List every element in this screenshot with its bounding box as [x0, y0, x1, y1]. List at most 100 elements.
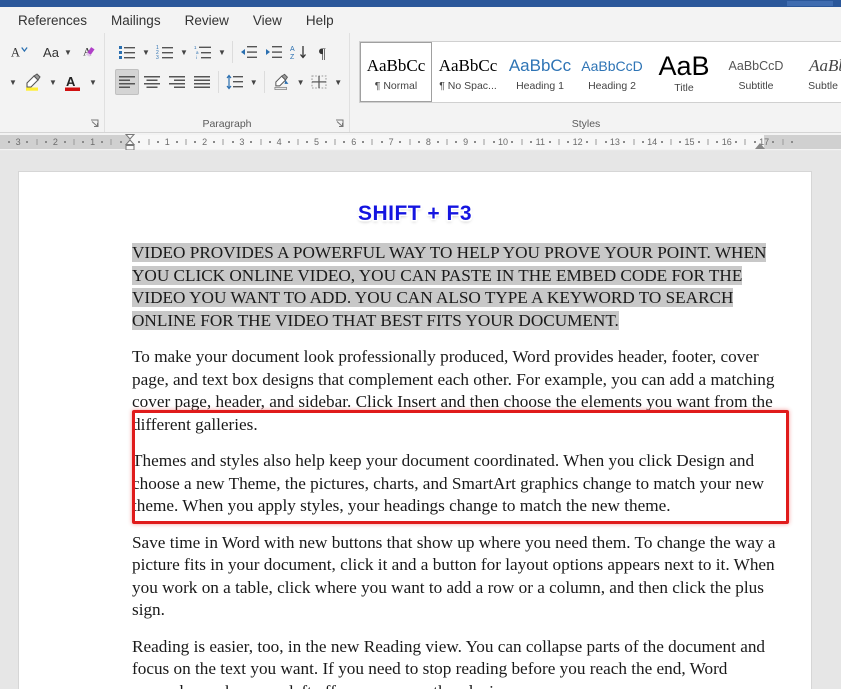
change-case-icon[interactable]: Aa	[39, 39, 63, 65]
paragraph-3[interactable]: Save time in Word with new buttons that …	[132, 532, 787, 622]
borders-icon[interactable]	[307, 69, 331, 95]
selected-text: Video provides a powerful way to help yo…	[132, 243, 767, 330]
ruler-dot	[791, 141, 794, 143]
tab-references[interactable]: References	[6, 10, 99, 31]
ruler-dot	[268, 141, 271, 143]
decrease-indent-icon[interactable]	[237, 39, 261, 65]
left-indent-marker[interactable]	[124, 133, 136, 150]
multilevel-list-icon[interactable]: 1 a i	[191, 39, 215, 65]
ruler-dot	[26, 141, 29, 143]
ruler-label: 3	[15, 137, 21, 147]
ribbon-group-font: A Aa ▼ A ▼ ▼ A ▼	[0, 33, 104, 132]
ruler-midtick	[633, 139, 635, 145]
ruler-midtick	[744, 139, 746, 145]
ruler-dot	[101, 141, 104, 143]
tab-help[interactable]: Help	[294, 10, 346, 31]
show-formatting-marks-icon[interactable]: ¶	[312, 39, 336, 65]
svg-text:¶: ¶	[319, 46, 326, 60]
window-controls[interactable]	[787, 1, 833, 6]
ruler-label: 9	[463, 137, 469, 147]
ruler-dot	[474, 141, 477, 143]
change-case-chevron-down-icon[interactable]: ▼	[64, 39, 72, 65]
bullets-chevron-down-icon[interactable]: ▼	[140, 39, 152, 65]
horizontal-ruler[interactable]: 3 2 1 1 2 3 4 5 6 7 8 9 10 11 12 13 14 15 16 17	[0, 133, 841, 151]
style-item-normal[interactable]: AaBbCc ¶ Normal	[360, 42, 432, 102]
ribbon: A Aa ▼ A ▼ ▼ A ▼ ▼ 1 2 3 ▼ 1 a i ▼ A Z ¶…	[0, 33, 841, 133]
ruler-label: 13	[609, 137, 620, 147]
sort-icon[interactable]: A Z	[287, 39, 311, 65]
ruler-midtick	[110, 139, 112, 145]
numbering-icon[interactable]: 1 2 3	[153, 39, 177, 65]
clear-formatting-icon[interactable]: A	[80, 39, 104, 65]
document-canvas[interactable]: SHIFT + F3 Video provides a powerful way…	[0, 163, 841, 689]
multilevel-list-chevron-down-icon[interactable]: ▼	[216, 39, 228, 65]
svg-text:3: 3	[156, 55, 159, 60]
ruler-midtick	[148, 139, 150, 145]
style-item-subtle-emphasis[interactable]: AaBb Subtle E	[792, 42, 841, 102]
paragraph-dialog-launcher[interactable]	[335, 119, 345, 129]
line-spacing-icon[interactable]	[223, 69, 247, 95]
decrease-font-size-icon[interactable]: A	[7, 39, 31, 65]
align-center-icon[interactable]	[140, 69, 164, 95]
font-color-chevron-down-icon[interactable]: ▼	[87, 69, 99, 95]
ruler-midtick	[371, 139, 373, 145]
align-left-icon[interactable]	[115, 69, 139, 95]
ruler-midtick	[260, 139, 262, 145]
text-highlight-color-icon[interactable]	[20, 69, 46, 95]
ribbon-tab-strip: References Mailings Review View Help	[0, 7, 841, 33]
ruler-dot	[63, 141, 66, 143]
ruler-midtick	[36, 139, 38, 145]
font-dialog-launcher[interactable]	[90, 119, 100, 129]
ruler-dot	[194, 141, 197, 143]
bullets-icon[interactable]	[115, 39, 139, 65]
document-heading: SHIFT + F3	[357, 202, 473, 225]
ruler-dot	[287, 141, 290, 143]
paragraph-4[interactable]: Reading is easier, too, in the new Readi…	[132, 636, 787, 689]
ruler-dot	[380, 141, 383, 143]
document-page[interactable]: SHIFT + F3 Video provides a powerful way…	[18, 171, 812, 689]
style-name: Heading 2	[588, 79, 636, 92]
text-highlight-chevron-down-icon[interactable]: ▼	[47, 69, 59, 95]
ruler-dot	[585, 141, 588, 143]
style-item-title[interactable]: AaB Title	[648, 42, 720, 102]
document-body[interactable]: Video provides a powerful way to help yo…	[19, 242, 811, 689]
borders-chevron-down-icon[interactable]: ▼	[332, 69, 344, 95]
ruler-dot	[399, 141, 402, 143]
increase-indent-icon[interactable]	[262, 39, 286, 65]
ruler-dot	[641, 141, 644, 143]
ruler-label: 5	[313, 137, 320, 147]
numbering-chevron-down-icon[interactable]: ▼	[178, 39, 190, 65]
ruler-label: 1	[90, 137, 96, 147]
ruler-dot	[418, 141, 421, 143]
tab-mailings[interactable]: Mailings	[99, 10, 173, 31]
tab-view[interactable]: View	[241, 10, 294, 31]
ruler-dot	[455, 141, 458, 143]
align-right-icon[interactable]	[165, 69, 189, 95]
style-item-heading-1[interactable]: AaBbCc Heading 1	[504, 42, 576, 102]
font-color-icon[interactable]: A	[60, 69, 86, 95]
style-item-subtitle[interactable]: AaBbCcD Subtitle	[720, 42, 792, 102]
shading-chevron-down-icon[interactable]: ▼	[295, 69, 307, 95]
justify-icon[interactable]	[190, 69, 214, 95]
line-spacing-chevron-down-icon[interactable]: ▼	[248, 69, 260, 95]
style-preview: AaBbCcD	[581, 57, 643, 74]
style-preview: AaBbCc	[508, 55, 572, 75]
tab-review[interactable]: Review	[173, 10, 241, 31]
paragraph-2[interactable]: Themes and styles also help keep your do…	[132, 450, 787, 518]
style-item-heading-2[interactable]: AaBbCcD Heading 2	[576, 42, 648, 102]
styles-gallery[interactable]: AaBbCc ¶ Normal AaBbCc ¶ No Spac... AaBb…	[359, 41, 841, 103]
paragraph-selected[interactable]: Video provides a powerful way to help yo…	[132, 242, 787, 332]
ruler-dot	[735, 141, 738, 143]
ruler-midtick	[446, 139, 448, 145]
ruler-dot	[7, 141, 10, 143]
shading-icon[interactable]	[269, 69, 294, 95]
ruler-dot	[324, 141, 327, 143]
paragraph-1[interactable]: To make your document look professionall…	[132, 346, 787, 436]
font-size-chevron-down-icon[interactable]: ▼	[7, 69, 19, 95]
right-indent-marker[interactable]	[755, 143, 765, 149]
ruler-dot	[250, 141, 253, 143]
style-preview: AaBbCcD	[728, 58, 784, 73]
svg-text:A: A	[11, 46, 20, 60]
style-item-no-spacing[interactable]: AaBbCc ¶ No Spac...	[432, 42, 504, 102]
ruler-dot	[45, 141, 48, 143]
